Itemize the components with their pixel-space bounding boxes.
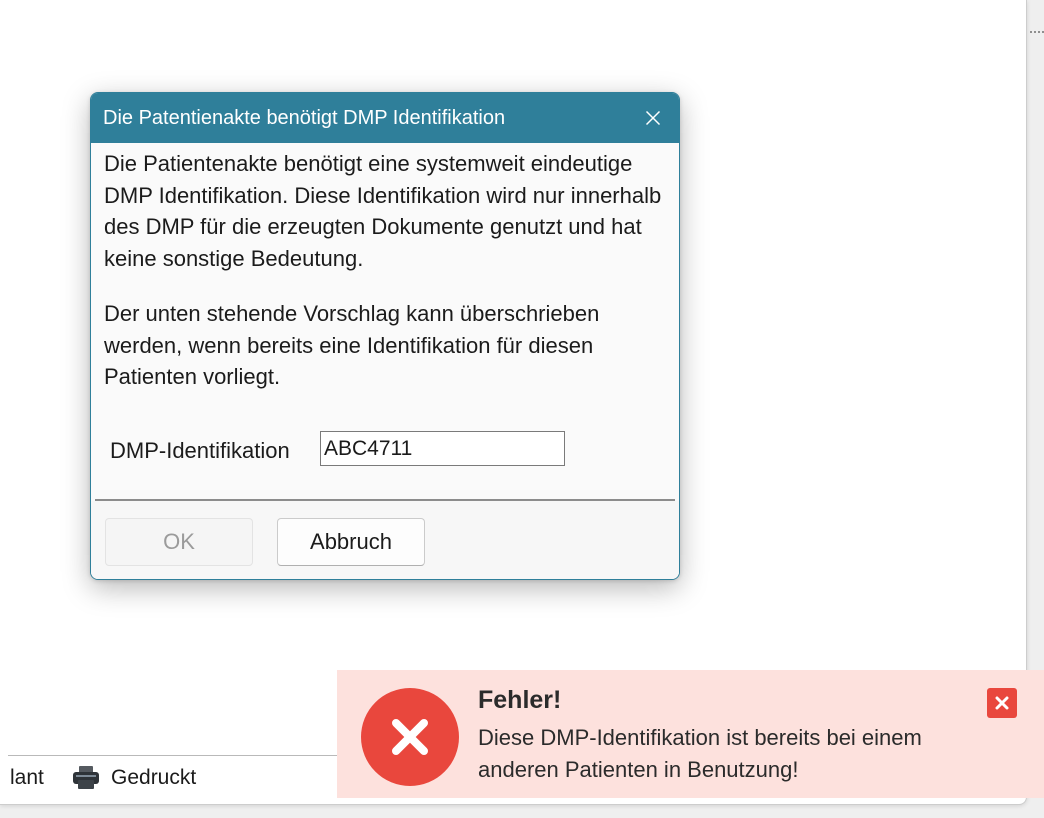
dmp-identification-label: DMP-Identifikation (110, 438, 290, 463)
printer-icon (72, 765, 100, 791)
ok-button[interactable]: OK (105, 518, 253, 566)
toast-message: Diese DMP-Identifikation ist bereits bei… (478, 722, 922, 786)
dialog-message-line: werden, wenn bereits eine Identifikation… (104, 332, 594, 358)
error-icon (361, 688, 459, 786)
dialog-message-paragraph-2: Der unten stehende Vorschlag kann übersc… (104, 298, 599, 393)
toast-message-line: Diese DMP-Identifikation ist bereits bei… (478, 725, 922, 750)
cancel-button[interactable]: Abbruch (277, 518, 425, 566)
dialog-message-line: Die Patientenakte benötigt eine systemwe… (104, 151, 633, 176)
toast-close-button[interactable] (987, 688, 1017, 718)
dmp-identification-dialog: Die Patentienakte benötigt DMP Identifik… (90, 92, 680, 580)
dialog-message-line: Der unten stehende Vorschlag kann übersc… (104, 301, 600, 326)
dialog-message-paragraph-1: Die Patientenakte benötigt eine systemwe… (104, 148, 661, 274)
dialog-message-line: des DMP für die erzeugten Dokumente genu… (104, 214, 642, 239)
dmp-identification-input[interactable] (320, 431, 565, 466)
toast-title: Fehler! (478, 686, 562, 714)
status-item-printed-label: Gedruckt (111, 766, 197, 789)
toast-message-line: anderen Patienten in Benutzung! (478, 757, 799, 782)
dialog-message-line: Patienten vorliegt. (104, 364, 281, 389)
error-toast: Fehler! Diese DMP-Identifikation ist ber… (337, 670, 1044, 798)
dialog-title-bar[interactable]: Die Patentienakte benötigt DMP Identifik… (91, 93, 679, 143)
dialog-title: Die Patentienakte benötigt DMP Identifik… (103, 107, 506, 129)
dialog-separator (95, 499, 675, 501)
dialog-message-line: DMP Identifikation. Diese Identifikation… (104, 182, 662, 208)
dotted-divider (1030, 31, 1044, 33)
dialog-close-button[interactable] (638, 103, 668, 133)
status-item-label: lant (10, 766, 44, 789)
close-icon (645, 110, 661, 126)
close-icon (995, 696, 1009, 710)
dialog-message-line: keine sonstige Bedeutung. (104, 245, 364, 271)
